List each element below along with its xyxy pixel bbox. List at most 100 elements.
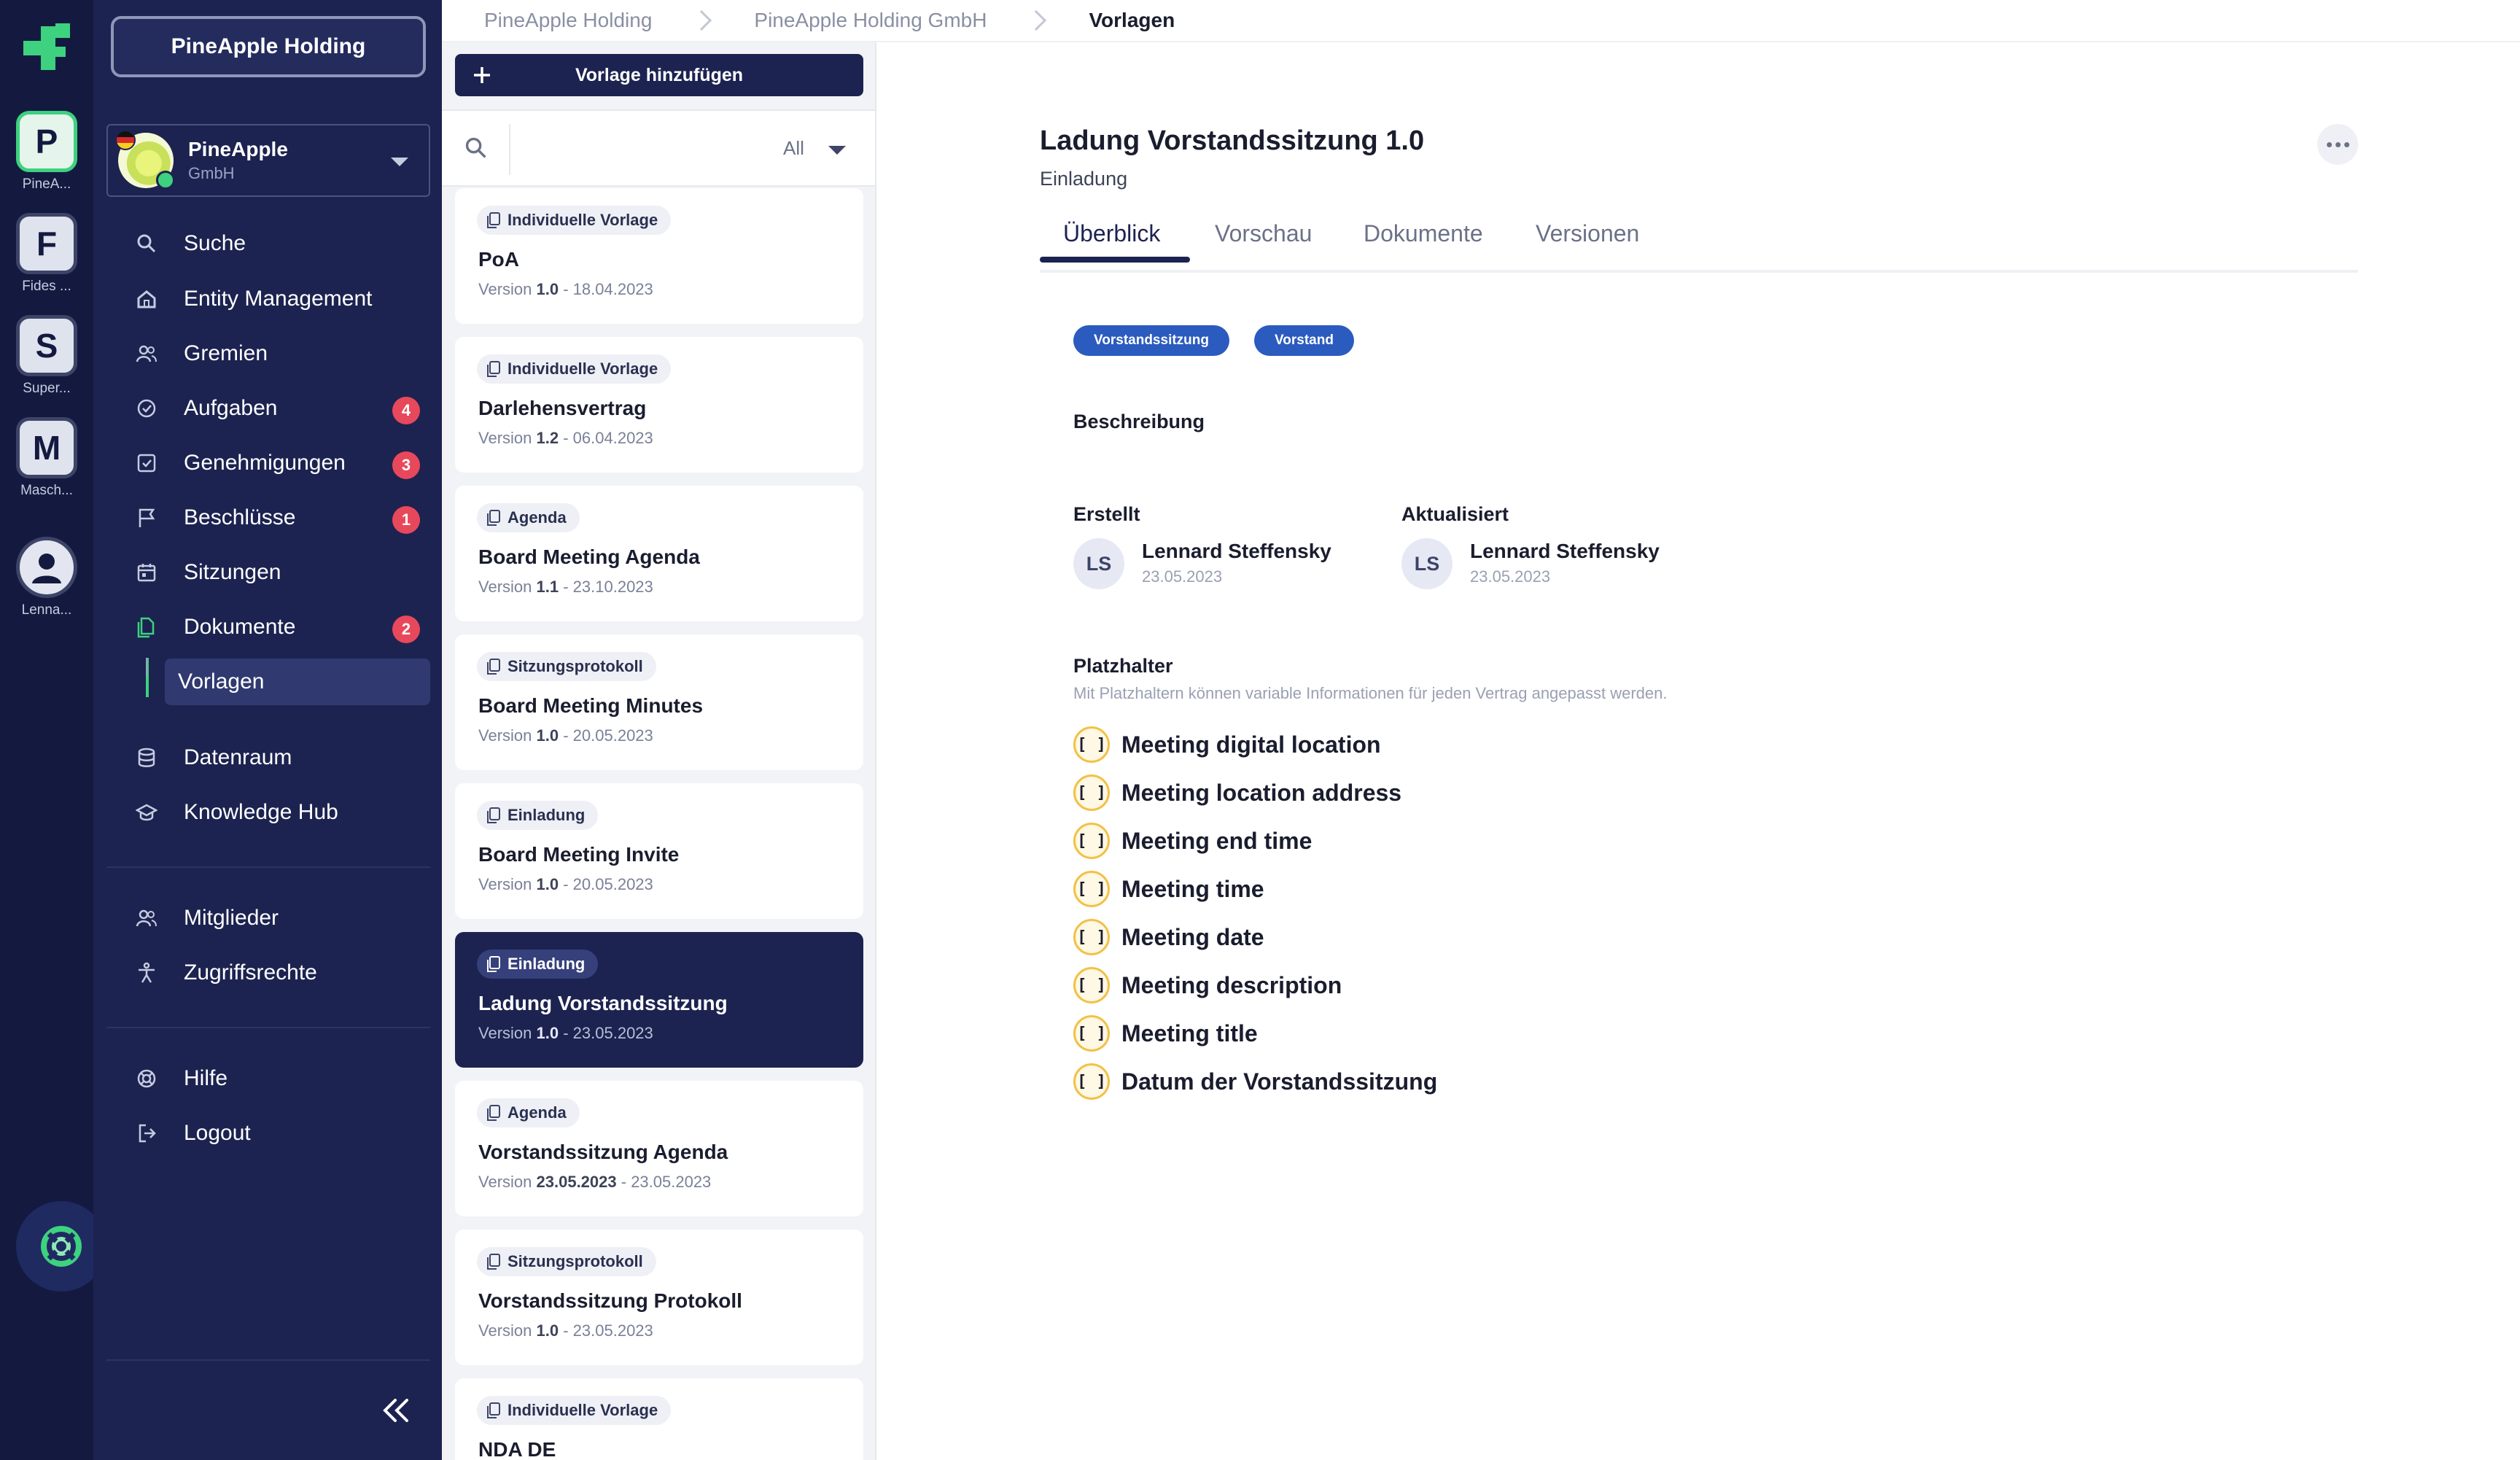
tag-chip[interactable]: Vorstand xyxy=(1254,325,1354,356)
person-date: 23.05.2023 xyxy=(1142,567,1223,586)
brackets-icon: [ ] xyxy=(1073,871,1110,907)
copy-icon xyxy=(487,956,500,972)
template-meta: Version 1.0 - 18.04.2023 xyxy=(478,280,653,298)
template-card-selected[interactable]: Einladung Ladung Vorstandssitzung Versio… xyxy=(455,932,863,1068)
workspace-tile: P xyxy=(16,111,77,172)
tab-versionen[interactable]: Versionen xyxy=(1536,220,1639,247)
workspace-rail: P PineA... F Fides ... S Super... M Masc… xyxy=(0,0,106,1460)
template-type-tag: Einladung xyxy=(477,801,599,830)
sidebar-item-vorlagen[interactable]: Vorlagen xyxy=(165,659,430,705)
search-bar: All xyxy=(442,109,875,187)
copy-icon xyxy=(487,361,500,377)
tab-dokumente[interactable]: Dokumente xyxy=(1364,220,1483,247)
sidebar-item-label: Zugriffsrechte xyxy=(184,960,317,985)
template-list: Vorlage hinzufügen All Individuelle Vorl… xyxy=(442,42,876,1460)
placeholder-item: [ ] Meeting time xyxy=(1073,871,1264,907)
sidebar: PineApple Holding PineApple GmbH Suche E… xyxy=(93,0,442,1460)
placeholder-label: Meeting title xyxy=(1121,1020,1258,1047)
workspace-fides[interactable]: F Fides ... xyxy=(13,213,80,295)
sidebar-item-label: Vorlagen xyxy=(178,669,265,694)
filter-select-value[interactable]: All xyxy=(783,137,804,160)
sidebar-item-label: Mitglieder xyxy=(184,906,279,930)
template-meta: Version 1.0 - 20.05.2023 xyxy=(478,875,653,893)
template-card[interactable]: Einladung Board Meeting Invite Version 1… xyxy=(455,783,863,919)
org-switch-button[interactable]: PineApple Holding xyxy=(111,16,426,77)
template-card[interactable]: Individuelle Vorlage Darlehensvertrag Ve… xyxy=(455,337,863,473)
sidebar-divider xyxy=(106,866,430,868)
placeholder-item: [ ] Meeting digital location xyxy=(1073,726,1381,763)
workspace-pineapple[interactable]: P PineA... xyxy=(13,111,80,193)
chevron-down-icon[interactable] xyxy=(828,146,846,155)
placeholders-hint: Mit Platzhaltern können variable Informa… xyxy=(1073,684,1668,702)
placeholders-label: Platzhalter xyxy=(1073,655,1173,677)
chevron-right-icon xyxy=(1026,9,1047,31)
template-card[interactable]: Sitzungsprotokoll Board Meeting Minutes … xyxy=(455,634,863,770)
app-logo-icon[interactable] xyxy=(23,23,70,71)
breadcrumb-item[interactable]: PineApple Holding GmbH xyxy=(754,9,987,32)
breadcrumb: PineApple Holding PineApple Holding GmbH… xyxy=(442,0,2520,42)
entity-logo xyxy=(115,130,175,190)
sidebar-item-hilfe[interactable]: Hilfe xyxy=(125,1055,430,1102)
sidebar-item-dokumente[interactable]: Dokumente 2 xyxy=(125,604,430,651)
sidebar-item-beschluesse[interactable]: Beschlüsse 1 xyxy=(125,494,430,541)
brackets-icon: [ ] xyxy=(1073,1015,1110,1052)
created-by: LS Lennard Steffensky 23.05.2023 xyxy=(1073,538,1331,589)
placeholder-label: Meeting date xyxy=(1121,923,1264,950)
sidebar-divider xyxy=(106,1359,430,1361)
active-tab-indicator xyxy=(1040,257,1190,263)
template-meta: Version 1.0 - 23.05.2023 xyxy=(478,1024,653,1042)
template-card[interactable]: Agenda Vorstandssitzung Agenda Version 2… xyxy=(455,1081,863,1216)
placeholder-item: [ ] Meeting location address xyxy=(1073,774,1401,811)
placeholder-item: [ ] Datum der Vorstandssitzung xyxy=(1073,1063,1437,1100)
placeholder-label: Datum der Vorstandssitzung xyxy=(1121,1068,1438,1095)
sidebar-item-knowledge-hub[interactable]: Knowledge Hub xyxy=(125,789,430,836)
template-card[interactable]: Sitzungsprotokoll Vorstandssitzung Proto… xyxy=(455,1230,863,1365)
sidebar-item-genehmigungen[interactable]: Genehmigungen 3 xyxy=(125,440,430,486)
sidebar-item-logout[interactable]: Logout xyxy=(125,1110,430,1157)
breadcrumb-item[interactable]: PineApple Holding xyxy=(484,9,652,32)
dot-icon xyxy=(2344,141,2349,147)
sidebar-item-aufgaben[interactable]: Aufgaben 4 xyxy=(125,385,430,432)
entity-type: GmbH xyxy=(188,164,235,182)
tag-chip[interactable]: Vorstandssitzung xyxy=(1073,325,1229,356)
placeholder-item: [ ] Meeting date xyxy=(1073,919,1264,955)
add-template-button[interactable]: Vorlage hinzufügen xyxy=(455,54,863,96)
placeholder-label: Meeting time xyxy=(1121,875,1264,902)
template-title: PoA xyxy=(478,248,519,271)
breadcrumb-current: Vorlagen xyxy=(1089,9,1175,31)
users-icon xyxy=(134,906,159,931)
user-profile[interactable]: Lenna... xyxy=(13,537,80,618)
template-title: Board Meeting Agenda xyxy=(478,545,700,568)
sidebar-item-datenraum[interactable]: Datenraum xyxy=(125,734,430,781)
sidebar-item-suche[interactable]: Suche xyxy=(125,220,430,267)
description-label: Beschreibung xyxy=(1073,411,1205,432)
search-input[interactable] xyxy=(522,125,741,174)
graduation-icon xyxy=(134,800,159,825)
more-options-button[interactable] xyxy=(2317,124,2358,165)
workspace-super[interactable]: S Super... xyxy=(13,315,80,397)
lifebuoy-icon xyxy=(134,1066,159,1091)
person-name: Lennard Steffensky xyxy=(1470,540,1660,562)
collapse-sidebar-icon[interactable] xyxy=(376,1396,416,1425)
template-card[interactable]: Agenda Board Meeting Agenda Version 1.1 … xyxy=(455,486,863,621)
tab-ueberblick[interactable]: Überblick xyxy=(1063,220,1160,247)
search-divider xyxy=(509,124,510,175)
sidebar-item-mitglieder[interactable]: Mitglieder xyxy=(125,895,430,941)
placeholder-label: Meeting location address xyxy=(1121,779,1402,806)
tab-vorschau[interactable]: Vorschau xyxy=(1215,220,1312,247)
entity-name: PineApple xyxy=(188,138,288,160)
brackets-icon: [ ] xyxy=(1073,1063,1110,1100)
sidebar-item-sitzungen[interactable]: Sitzungen xyxy=(125,549,430,596)
entity-select[interactable]: PineApple GmbH xyxy=(106,124,430,197)
template-meta: Version 23.05.2023 - 23.05.2023 xyxy=(478,1173,712,1191)
lifebuoy-icon xyxy=(41,1226,82,1267)
template-card[interactable]: Individuelle Vorlage PoA Version 1.0 - 1… xyxy=(455,188,863,324)
sidebar-item-entity-management[interactable]: Entity Management xyxy=(125,276,430,322)
sidebar-item-zugriffsrechte[interactable]: Zugriffsrechte xyxy=(125,950,430,996)
workspace-masch[interactable]: M Masch... xyxy=(13,417,80,499)
sidebar-item-label: Dokumente xyxy=(184,615,296,639)
workspace-name: Super... xyxy=(23,381,71,396)
sidebar-item-label: Suche xyxy=(184,231,246,255)
sidebar-item-gremien[interactable]: Gremien xyxy=(125,330,430,377)
template-card[interactable]: Individuelle Vorlage NDA DE xyxy=(455,1378,863,1460)
